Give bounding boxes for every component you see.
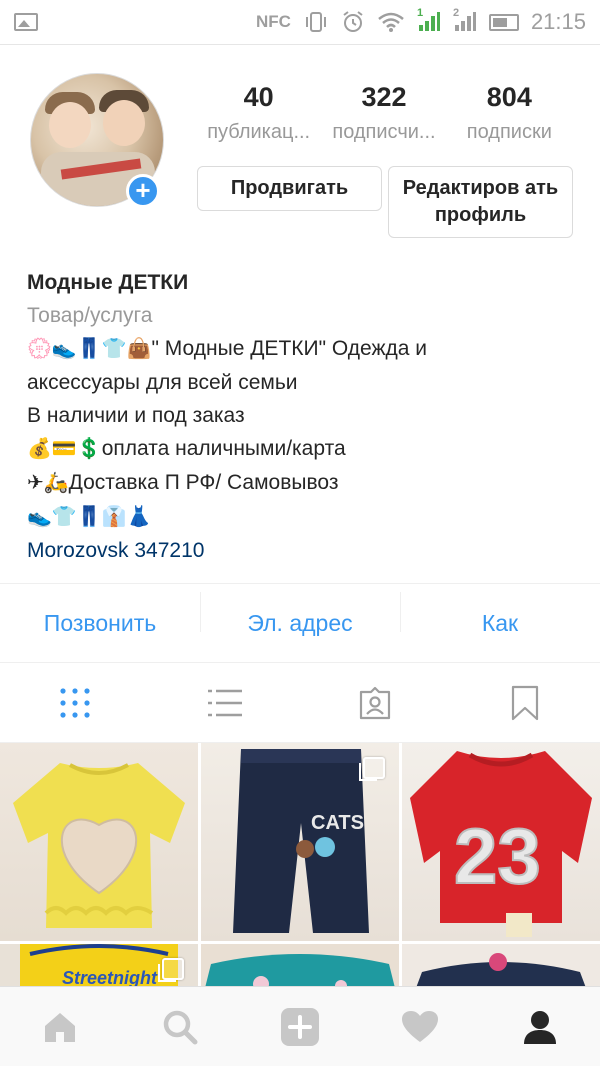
streetnight-print-text: Streetnight xyxy=(62,968,158,988)
post-tile[interactable]: 23 xyxy=(402,743,600,941)
cats-print-text: CATS xyxy=(311,812,364,834)
stat-value: 804 xyxy=(486,82,532,112)
gallery-notification-icon xyxy=(14,13,38,31)
yellow-sweater-image xyxy=(13,763,185,928)
stat-label: публикац... xyxy=(207,121,311,143)
bio-emoji: 💰💳💲 xyxy=(27,438,102,460)
bio-text: оплата наличными/карта xyxy=(101,437,346,460)
bio-line: 👟👕👖👔👗 xyxy=(27,500,587,534)
alarm-icon xyxy=(343,11,363,32)
directions-button[interactable]: Как xyxy=(400,591,600,637)
profile-name: Модные ДЕТКИ xyxy=(27,271,189,294)
signal-sim1-icon: 1 xyxy=(417,7,441,33)
bio-emoji: 💮👟👖👕👜 xyxy=(27,338,152,360)
header-divider xyxy=(0,44,600,45)
bio-emoji: ✈🛵 xyxy=(27,472,69,494)
bio-line: 💰💳💲оплата наличными/карта xyxy=(27,432,587,466)
bio-emoji: 👟👕👖👔👗 xyxy=(27,506,152,528)
post-tile[interactable] xyxy=(0,743,198,941)
signal-sim2-icon: 2 xyxy=(453,7,477,33)
avatar-decor xyxy=(49,102,91,148)
clock: 21:15 xyxy=(530,9,586,34)
search-icon xyxy=(163,1010,198,1044)
profile-category: Товар/услуга xyxy=(27,304,153,327)
multiple-photos-icon xyxy=(359,757,385,781)
stat-following[interactable]: 804 подписки xyxy=(447,82,572,144)
tab-saved[interactable] xyxy=(450,685,600,721)
contact-actions: Позвонить Эл. адрес Как xyxy=(0,583,600,663)
bottom-navigation xyxy=(0,986,600,1066)
profile-tabs xyxy=(0,663,600,743)
heart-icon xyxy=(402,1010,438,1042)
sim2-label: 2 xyxy=(452,7,460,19)
bio-line: В наличии и под заказ xyxy=(27,404,245,427)
profile-icon xyxy=(524,1010,556,1044)
battery-icon xyxy=(488,13,519,31)
stat-label: подписки xyxy=(466,121,552,143)
add-story-button[interactable]: + xyxy=(126,174,160,208)
bio-text: " Модные ДЕТКИ" Одежда и xyxy=(151,337,427,360)
bio-line: аксессуары для всей семьи xyxy=(27,371,298,394)
nav-home[interactable] xyxy=(0,1010,120,1044)
home-icon xyxy=(45,1012,75,1042)
post-tile[interactable]: CATS xyxy=(201,743,399,941)
stat-posts[interactable]: 40 публикац... xyxy=(196,82,321,144)
nfc-icon: NFC xyxy=(255,12,291,31)
nav-profile[interactable] xyxy=(480,1009,600,1045)
status-bar: NFC 1 2 21:15 xyxy=(0,0,600,44)
stat-followers[interactable]: 322 подписчи... xyxy=(321,82,446,144)
tab-grid[interactable] xyxy=(0,687,150,719)
bookmark-icon xyxy=(511,685,539,720)
wifi-icon xyxy=(378,12,404,32)
tab-list[interactable] xyxy=(150,688,300,718)
vibrate-icon xyxy=(305,12,326,32)
location-link[interactable]: Morozovsk 347210 xyxy=(27,534,587,567)
call-button[interactable]: Позвонить xyxy=(0,610,200,637)
red-sweater-image: 23 xyxy=(410,751,592,937)
profile-bio: Модные ДЕТКИ Товар/услуга 💮👟👖👕👜" Модные … xyxy=(27,266,587,567)
grid-icon xyxy=(60,687,90,718)
profile-stats: 40 публикац... 322 подписчи... 804 подпи… xyxy=(196,82,572,144)
tab-tagged[interactable] xyxy=(300,686,450,720)
bio-text: Доставка П РФ/ Самовывоз xyxy=(68,471,339,494)
promote-button[interactable]: Продвигать xyxy=(197,166,382,211)
stat-value: 322 xyxy=(361,82,407,112)
nav-activity[interactable] xyxy=(360,1010,480,1044)
stat-value: 40 xyxy=(243,82,274,112)
list-icon xyxy=(208,689,242,716)
multiple-photos-icon xyxy=(158,958,184,982)
nav-search[interactable] xyxy=(120,1009,240,1045)
edit-profile-button[interactable]: Редактиров ать профиль xyxy=(388,166,573,238)
add-icon xyxy=(281,1007,319,1046)
tagged-icon xyxy=(359,686,391,719)
bio-line: ✈🛵Доставка П РФ/ Самовывоз xyxy=(27,466,587,500)
avatar-decor xyxy=(103,100,145,146)
email-button[interactable]: Эл. адрес xyxy=(200,591,400,637)
number-print-text: 23 xyxy=(454,812,541,900)
bio-line: 💮👟👖👕👜" Модные ДЕТКИ" Одежда и xyxy=(27,332,587,366)
nav-add[interactable] xyxy=(240,1007,360,1047)
stat-label: подписчи... xyxy=(332,121,436,143)
sim1-label: 1 xyxy=(416,7,424,19)
